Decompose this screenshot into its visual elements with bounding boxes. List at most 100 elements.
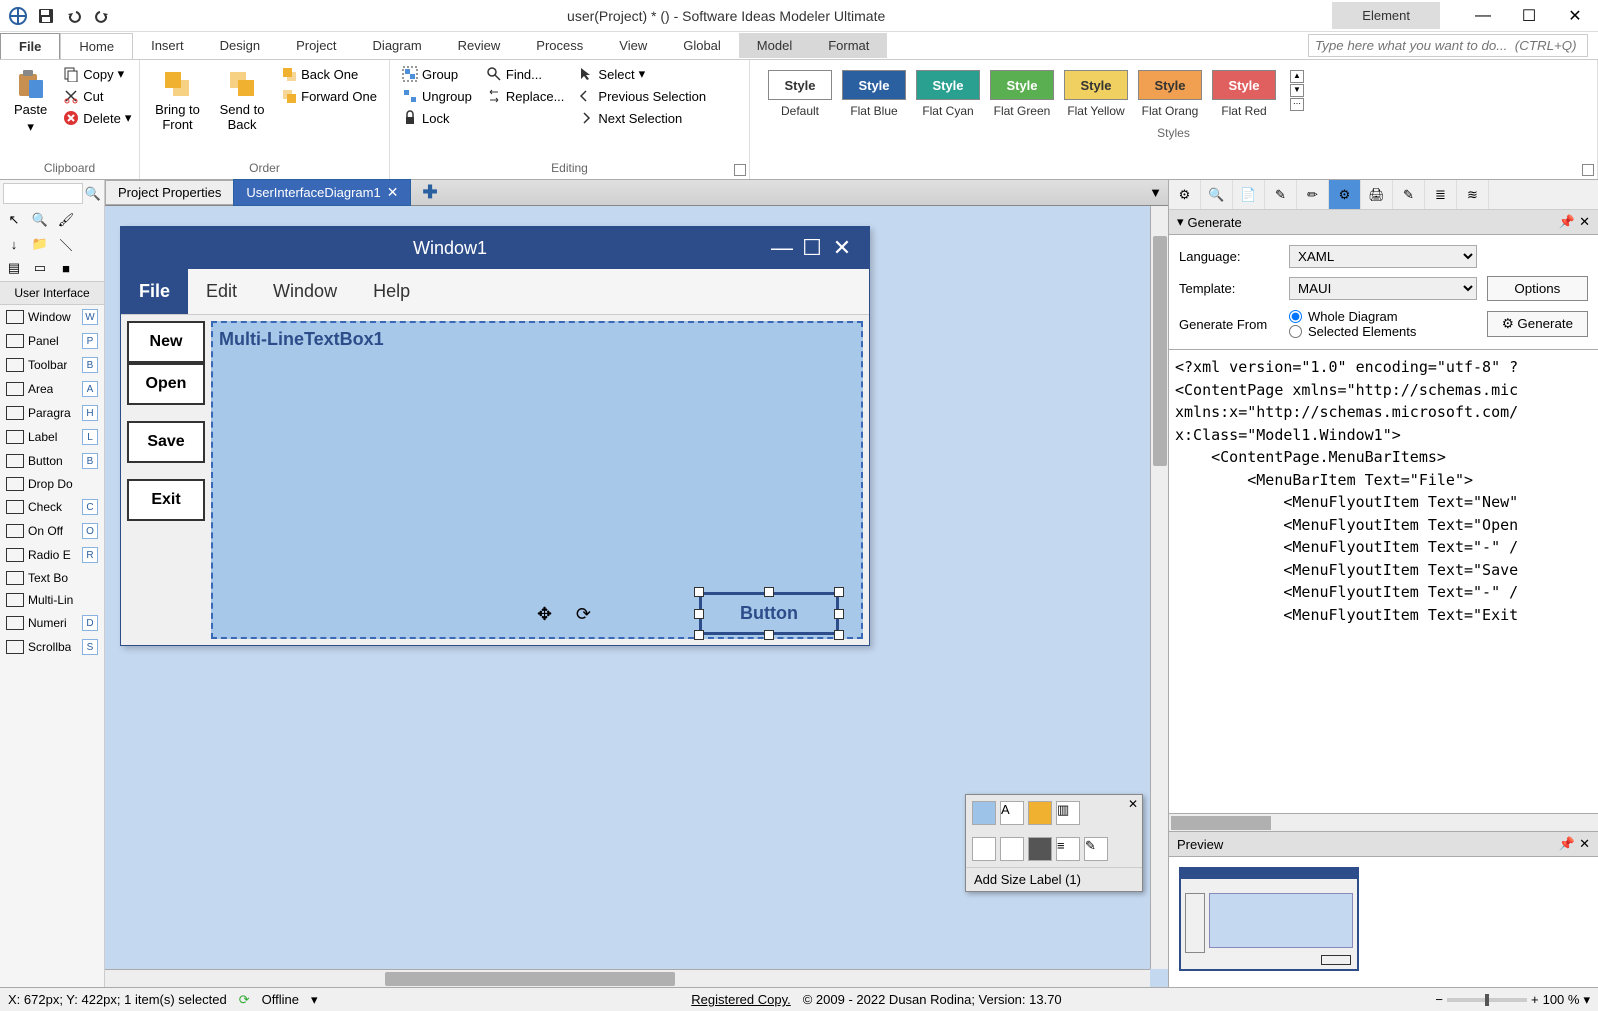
popup-tool-9[interactable]: ✎ xyxy=(1084,837,1108,861)
mock-window[interactable]: Window1 — ☐ ✕ File Edit Window Help New … xyxy=(120,226,870,646)
undo-icon[interactable] xyxy=(62,4,86,28)
mock-menu-help[interactable]: Help xyxy=(355,269,428,314)
paste-button[interactable]: Paste▾ xyxy=(8,64,53,139)
find-button[interactable]: Find... xyxy=(482,64,569,84)
tab-ui-diagram[interactable]: UserInterfaceDiagram1✕ xyxy=(233,179,411,206)
toolbox-item[interactable]: Radio ER xyxy=(0,543,104,567)
tab-format[interactable]: Format xyxy=(810,33,887,58)
search-input[interactable] xyxy=(1308,34,1588,57)
right-tool-generate[interactable]: ⚙ xyxy=(1329,180,1361,209)
popup-tool-3[interactable] xyxy=(1028,801,1052,825)
connector-tool-icon[interactable]: ↓ xyxy=(2,233,26,255)
zoom-in-button[interactable]: + xyxy=(1531,992,1539,1007)
minimize-icon[interactable]: — xyxy=(1460,1,1506,31)
toolbox-item[interactable]: On OffO xyxy=(0,519,104,543)
popup-close-icon[interactable]: ✕ xyxy=(1128,797,1138,811)
tab-diagram[interactable]: Diagram xyxy=(355,33,440,58)
tab-view[interactable]: View xyxy=(601,33,665,58)
paint-tool-icon[interactable]: 🖌 xyxy=(54,209,78,231)
generate-button[interactable]: ⚙ Generate xyxy=(1487,311,1588,337)
tab-close-icon[interactable]: ✕ xyxy=(387,184,399,201)
popup-tool-8[interactable]: ≡ xyxy=(1056,837,1080,861)
tab-model[interactable]: Model xyxy=(739,33,810,58)
tab-project[interactable]: Project xyxy=(278,33,354,58)
tab-design[interactable]: Design xyxy=(202,33,278,58)
back-one-button[interactable]: Back One xyxy=(277,64,381,84)
radio-whole-diagram[interactable] xyxy=(1289,310,1302,323)
right-tool-8[interactable]: ✎ xyxy=(1393,180,1425,209)
toolbox-item[interactable]: CheckC xyxy=(0,495,104,519)
tab-home[interactable]: Home xyxy=(60,33,133,59)
pin-icon[interactable]: 📌 xyxy=(1559,214,1575,230)
popup-tool-6[interactable] xyxy=(1000,837,1024,861)
add-tab-button[interactable]: ✚ xyxy=(410,178,449,207)
popup-tool-2[interactable]: A xyxy=(1000,801,1024,825)
folder-tool-icon[interactable]: 📁 xyxy=(28,233,52,255)
style-flat-orange[interactable]: Style xyxy=(1138,70,1202,100)
toolbox-item[interactable]: ButtonB xyxy=(0,449,104,473)
cut-button[interactable]: Cut xyxy=(59,86,135,106)
panel-close-icon[interactable]: ✕ xyxy=(1579,214,1590,230)
previous-selection-button[interactable]: Previous Selection xyxy=(574,86,710,106)
style-flat-green[interactable]: Style xyxy=(990,70,1054,100)
move-handle-icon[interactable]: ✥ xyxy=(537,604,552,625)
mock-button[interactable]: Button xyxy=(699,592,839,635)
template-select[interactable]: MAUI xyxy=(1289,277,1477,300)
forward-one-button[interactable]: Forward One xyxy=(277,86,381,106)
tab-review[interactable]: Review xyxy=(440,33,519,58)
style-flat-yellow[interactable]: Style xyxy=(1064,70,1128,100)
toolbox-item[interactable]: WindowW xyxy=(0,305,104,329)
close-icon[interactable]: ✕ xyxy=(1552,1,1598,31)
lock-button[interactable]: Lock xyxy=(398,108,476,128)
right-tool-7[interactable]: 🖨 xyxy=(1361,180,1393,209)
preview-pin-icon[interactable]: 📌 xyxy=(1559,836,1575,852)
right-tool-2[interactable]: 🔍 xyxy=(1201,180,1233,209)
right-tool-4[interactable]: ✎ xyxy=(1265,180,1297,209)
tab-process[interactable]: Process xyxy=(518,33,601,58)
tab-insert[interactable]: Insert xyxy=(133,33,202,58)
code-h-scrollbar[interactable] xyxy=(1169,813,1598,831)
toolbox-item[interactable]: ParagraH xyxy=(0,401,104,425)
toolbox-item[interactable]: LabelL xyxy=(0,425,104,449)
shape-tool-icon[interactable]: ▭ xyxy=(28,257,52,279)
zoom-tool-icon[interactable]: 🔍 xyxy=(28,209,52,231)
preview-close-icon[interactable]: ✕ xyxy=(1579,836,1590,852)
line-tool-icon[interactable]: ＼ xyxy=(54,233,78,255)
right-tool-3[interactable]: 📄 xyxy=(1233,180,1265,209)
mock-close-icon[interactable]: ✕ xyxy=(827,235,857,261)
style-flat-cyan[interactable]: Style xyxy=(916,70,980,100)
collapse-icon[interactable]: ▾ xyxy=(1177,214,1184,230)
style-default[interactable]: Style xyxy=(768,70,832,100)
editing-launcher-icon[interactable] xyxy=(734,164,746,176)
toolbox-item[interactable]: Multi-Lin xyxy=(0,589,104,611)
mock-btn-open[interactable]: Open xyxy=(127,363,205,405)
replace-button[interactable]: Replace... xyxy=(482,86,569,106)
toolbox-item[interactable]: ToolbarB xyxy=(0,353,104,377)
canvas[interactable]: Window1 — ☐ ✕ File Edit Window Help New … xyxy=(105,206,1168,987)
search-icon[interactable]: 🔍 xyxy=(85,186,101,202)
popup-tool-4[interactable]: ▥ xyxy=(1056,801,1080,825)
select-button[interactable]: Select ▾ xyxy=(574,64,710,84)
v-scrollbar[interactable] xyxy=(1150,206,1168,969)
options-button[interactable]: Options xyxy=(1487,276,1588,301)
right-tool-5[interactable]: ✏ xyxy=(1297,180,1329,209)
ungroup-button[interactable]: Ungroup xyxy=(398,86,476,106)
status-dropdown-icon[interactable]: ▾ xyxy=(311,992,318,1008)
h-scrollbar[interactable] xyxy=(105,969,1150,987)
context-tab-element[interactable]: Element xyxy=(1332,2,1440,29)
tab-project-properties[interactable]: Project Properties xyxy=(105,180,234,205)
text-tool-icon[interactable]: ▤ xyxy=(2,257,26,279)
delete-button[interactable]: Delete ▾ xyxy=(59,108,135,128)
mock-menu-file[interactable]: File xyxy=(121,269,188,314)
gallery-down-icon[interactable]: ▼ xyxy=(1290,84,1304,97)
send-to-back-button[interactable]: Send to Back xyxy=(213,64,271,136)
right-tool-1[interactable]: ⚙ xyxy=(1169,180,1201,209)
toolbox-search-input[interactable] xyxy=(3,183,83,204)
toolbox-item[interactable]: Text Bo xyxy=(0,567,104,589)
right-tool-9[interactable]: ≣ xyxy=(1425,180,1457,209)
mock-menu-edit[interactable]: Edit xyxy=(188,269,255,314)
group-button[interactable]: Group xyxy=(398,64,476,84)
pointer-tool-icon[interactable]: ↖ xyxy=(2,209,26,231)
mock-maximize-icon[interactable]: ☐ xyxy=(797,235,827,261)
preview-thumbnail[interactable] xyxy=(1179,867,1359,971)
